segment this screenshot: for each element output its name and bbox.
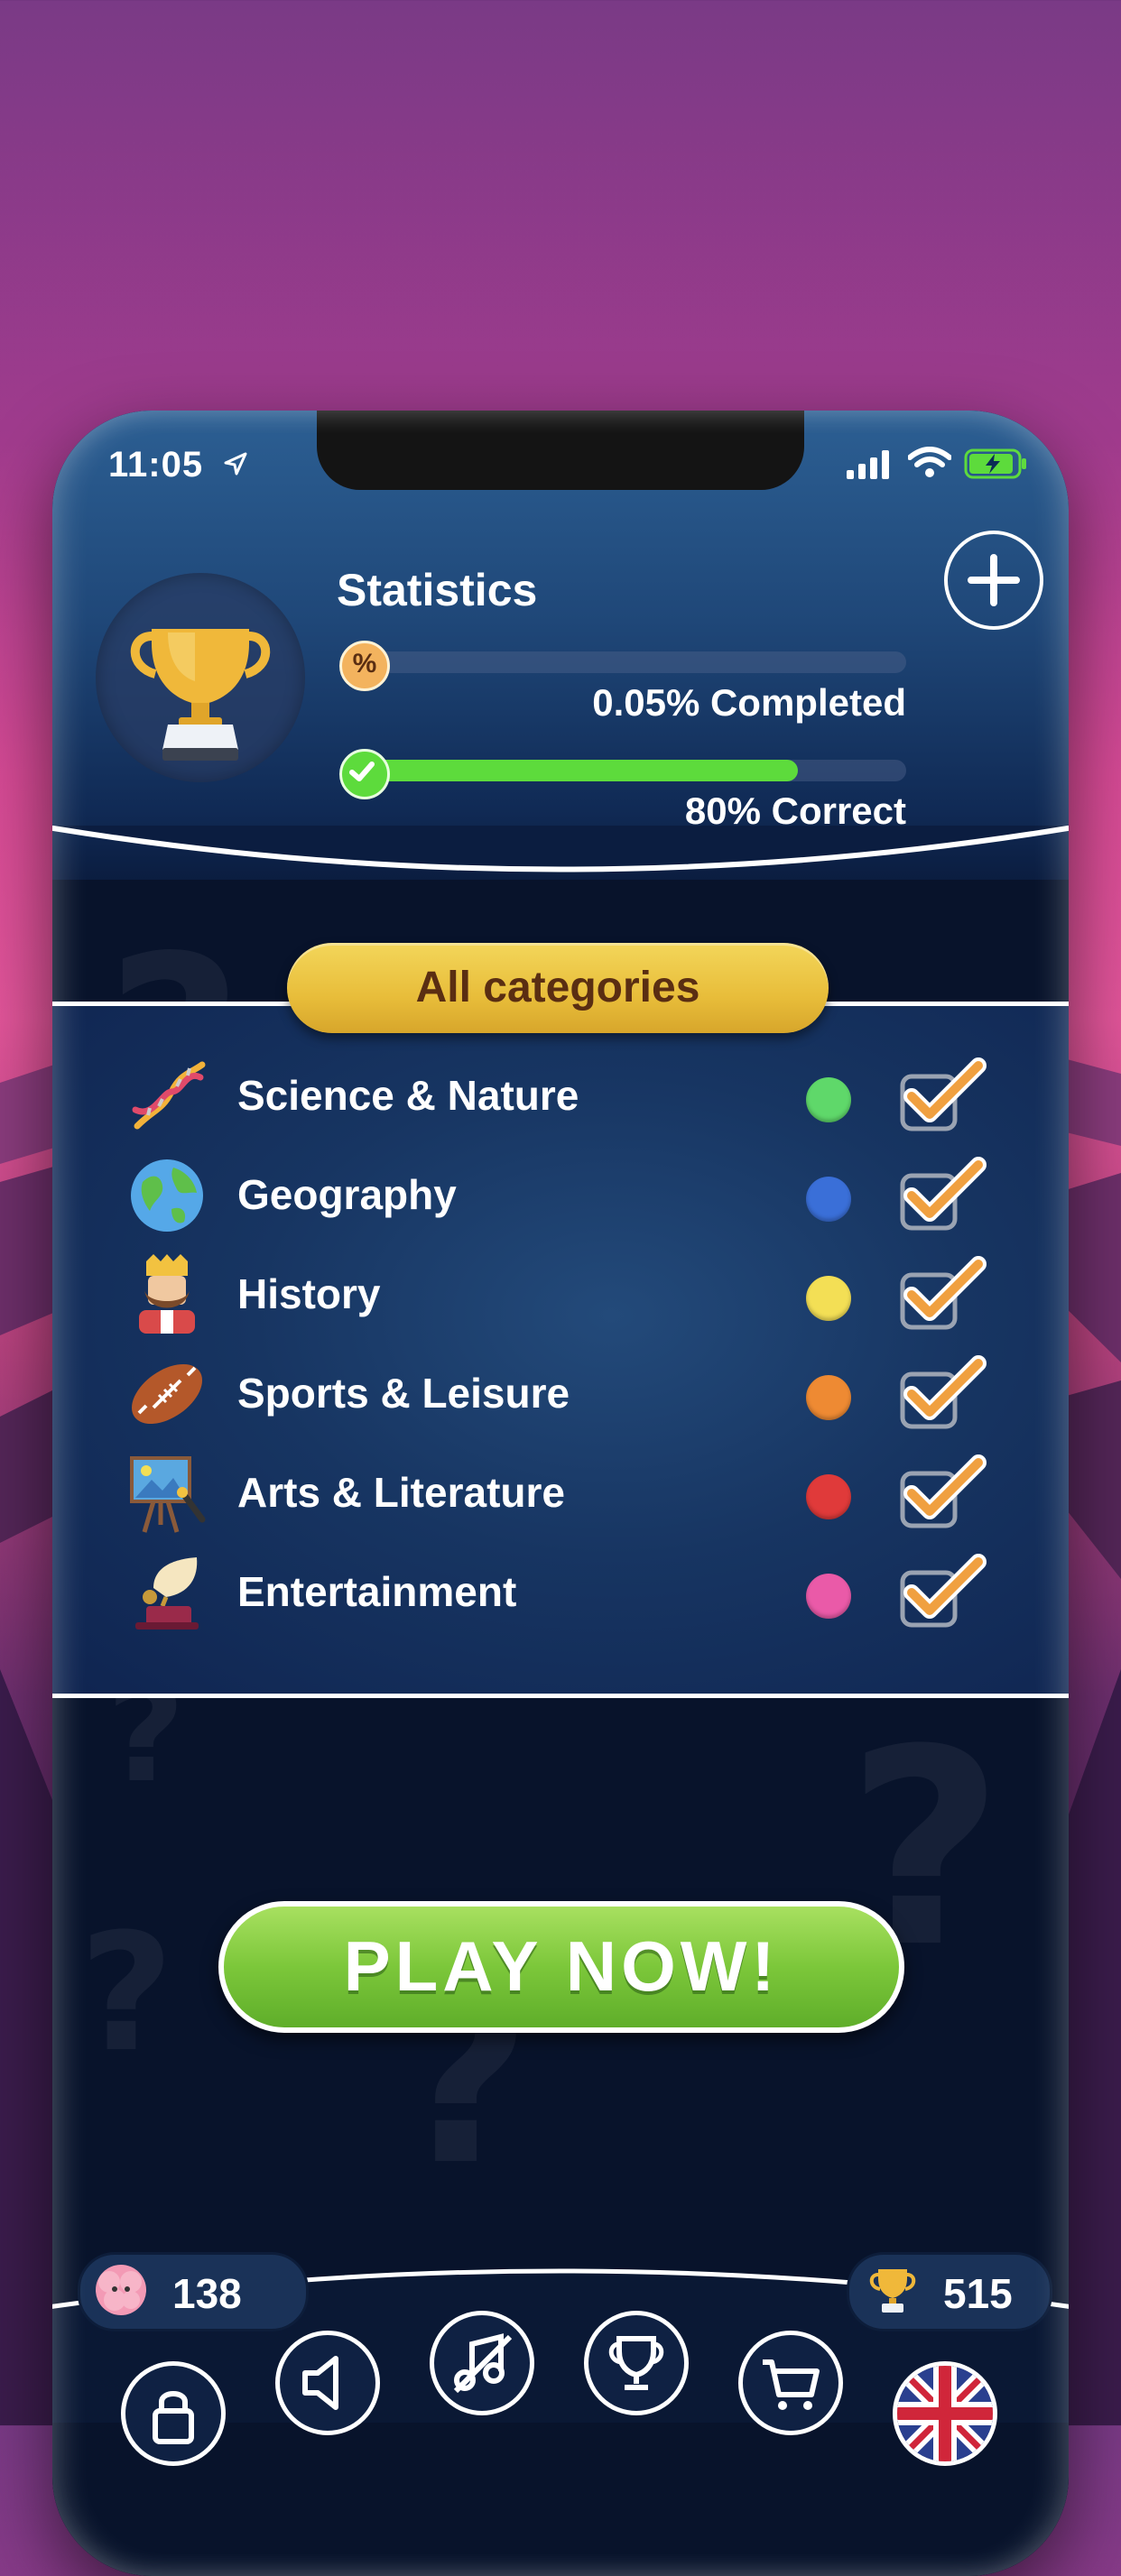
category-label: Sports & Leisure <box>237 1369 570 1417</box>
phone-notch <box>317 411 804 490</box>
painting-easel-icon <box>126 1453 208 1534</box>
trophy-icon <box>96 573 305 782</box>
nav-sound-button[interactable] <box>275 2331 380 2435</box>
category-label: Arts & Literature <box>237 1468 565 1517</box>
category-row-science-nature[interactable]: Science & Nature <box>52 1051 1069 1141</box>
correct-progress-bar <box>365 760 906 781</box>
lock-icon <box>125 2366 221 2461</box>
category-label: History <box>237 1270 380 1318</box>
trophy-icon <box>588 2315 684 2411</box>
location-arrow-icon <box>222 450 249 477</box>
nav-music-button[interactable] <box>430 2311 534 2415</box>
status-time: 11:05 <box>108 445 203 485</box>
brain-icon <box>89 2258 153 2322</box>
category-checkbox[interactable] <box>899 1452 989 1533</box>
trophy-avatar <box>96 573 305 782</box>
completed-progress-bar <box>365 651 906 673</box>
nav-lock-button[interactable] <box>121 2361 226 2466</box>
category-checkbox[interactable] <box>899 1154 989 1235</box>
category-label: Geography <box>237 1170 457 1219</box>
percent-badge-label: % <box>342 649 387 679</box>
nav-language-button[interactable] <box>893 2361 997 2466</box>
all-categories-button[interactable]: All categories <box>287 943 829 1033</box>
category-color-dot <box>806 1276 851 1321</box>
check-badge-icon <box>339 749 390 799</box>
trophy-small-icon <box>866 2262 920 2316</box>
category-label: Entertainment <box>237 1567 516 1616</box>
percent-badge: % <box>339 641 390 691</box>
category-checkbox[interactable] <box>899 1551 989 1632</box>
trophies-count: 515 <box>943 2269 1013 2318</box>
category-checkbox[interactable] <box>899 1253 989 1334</box>
phone-frame: 11:05 <box>52 411 1069 2576</box>
category-row-history[interactable]: History <box>52 1250 1069 1340</box>
signal-icon <box>847 450 894 479</box>
correct-progress-fill <box>365 760 798 781</box>
category-row-sports-leisure[interactable]: Sports & Leisure <box>52 1349 1069 1439</box>
category-color-dot <box>806 1177 851 1222</box>
battery-charging-icon <box>964 448 1029 479</box>
nav-trophy-button[interactable] <box>584 2311 689 2415</box>
uk-flag-icon <box>897 2366 993 2461</box>
category-checkbox[interactable] <box>899 1055 989 1136</box>
category-row-geography[interactable]: Geography <box>52 1150 1069 1241</box>
trophies-counter[interactable]: 515 <box>847 2252 1052 2331</box>
gramophone-icon <box>126 1552 208 1633</box>
category-checkbox[interactable] <box>899 1353 989 1434</box>
header-curve <box>52 826 1069 916</box>
completed-text: 0.05% Completed <box>592 681 906 725</box>
globe-icon <box>126 1155 208 1236</box>
king-icon <box>126 1254 208 1335</box>
question-mark-decoration: ? <box>79 1899 173 2088</box>
category-label: Science & Nature <box>237 1071 579 1120</box>
category-color-dot <box>806 1077 851 1122</box>
statistics-title: Statistics <box>337 564 537 616</box>
nav-shop-button[interactable] <box>738 2331 843 2435</box>
speaker-icon <box>280 2335 375 2431</box>
category-color-dot <box>806 1375 851 1420</box>
football-icon <box>126 1353 208 1435</box>
wifi-icon <box>908 447 951 479</box>
music-icon <box>434 2315 530 2411</box>
category-color-dot <box>806 1574 851 1619</box>
add-button[interactable] <box>944 531 1043 630</box>
plus-icon <box>948 534 1040 626</box>
category-row-arts-literature[interactable]: Arts & Literature <box>52 1448 1069 1538</box>
brains-counter[interactable]: 138 <box>78 2252 309 2331</box>
dna-icon <box>126 1056 208 1137</box>
category-row-entertainment[interactable]: Entertainment <box>52 1547 1069 1638</box>
cart-icon <box>743 2335 838 2431</box>
category-color-dot <box>806 1474 851 1519</box>
play-now-button[interactable]: PLAY NOW! <box>218 1901 904 2033</box>
brains-count: 138 <box>172 2269 242 2318</box>
